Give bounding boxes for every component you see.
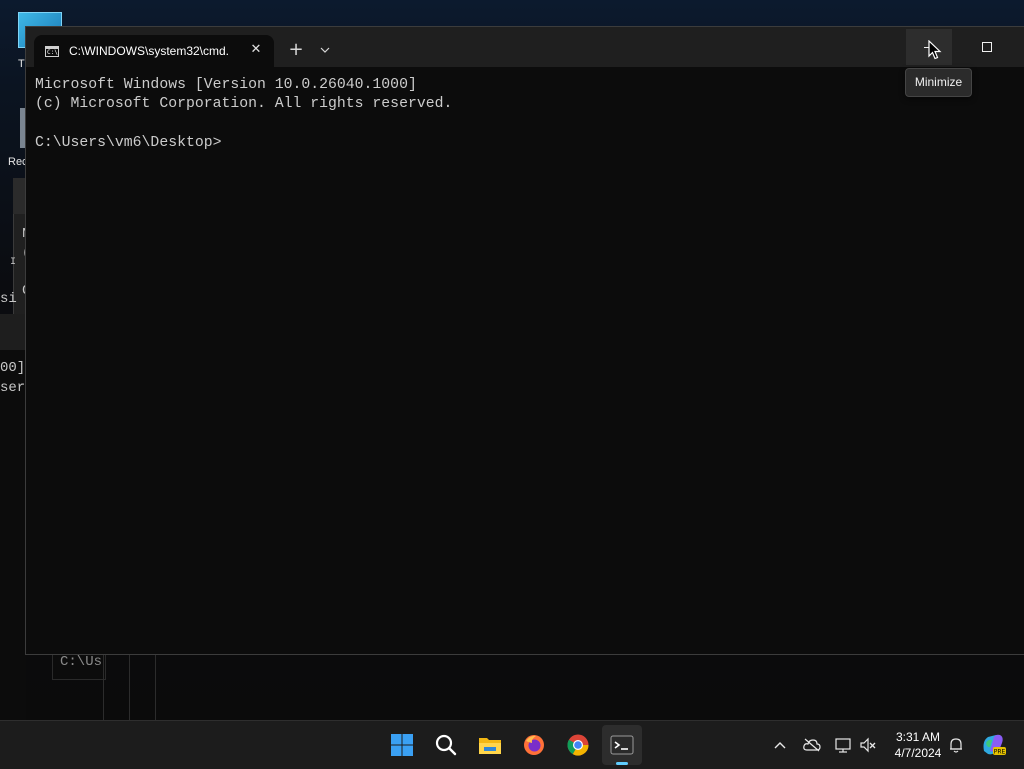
clock-button[interactable]: 3:31 AM 4/7/2024 xyxy=(880,729,956,761)
bell-icon xyxy=(950,738,962,753)
volume-muted-icon xyxy=(860,737,876,753)
volume-button[interactable] xyxy=(858,735,878,755)
windows-logo-icon xyxy=(391,734,413,756)
cloud-offline-icon xyxy=(803,738,821,752)
network-icon xyxy=(835,738,851,753)
new-tab-button[interactable]: + xyxy=(285,39,307,61)
window-edge xyxy=(155,652,156,720)
clock-time: 3:31 AM xyxy=(895,730,941,744)
copilot-icon: PRE xyxy=(983,734,1006,756)
chrome-button[interactable] xyxy=(558,725,598,765)
terminal-taskbar-button[interactable] xyxy=(602,725,642,765)
chrome-icon xyxy=(567,734,589,756)
background-window-text: I xyxy=(10,257,17,268)
tab-title: C:\WINDOWS\system32\cmd. xyxy=(69,44,230,58)
mouse-cursor-icon xyxy=(928,40,942,60)
terminal-titlebar[interactable]: C:\ C:\WINDOWS\system32\cmd. ✕ + xyxy=(26,27,1024,67)
background-terminal-text: 00] xyxy=(0,360,26,376)
background-window-text: si xyxy=(0,291,17,307)
chevron-down-icon xyxy=(320,47,330,53)
window-edge xyxy=(129,652,130,720)
terminal-icon xyxy=(610,735,634,755)
start-button[interactable] xyxy=(382,725,422,765)
console-output[interactable]: Microsoft Windows [Version 10.0.26040.10… xyxy=(35,76,452,153)
maximize-button[interactable] xyxy=(964,29,1010,65)
folder-icon xyxy=(479,738,501,754)
network-button[interactable] xyxy=(834,735,854,755)
active-app-indicator xyxy=(616,762,628,765)
background-window-tabbar xyxy=(0,314,26,350)
terminal-window[interactable]: C:\ C:\WINDOWS\system32\cmd. ✕ + Microso… xyxy=(25,26,1024,655)
minimize-tooltip: Minimize xyxy=(905,68,972,97)
show-hidden-icons-button[interactable] xyxy=(770,735,790,755)
search-icon xyxy=(435,734,457,756)
svg-text:PRE: PRE xyxy=(994,749,1006,756)
clock-date: 4/7/2024 xyxy=(894,746,942,760)
firefox-icon xyxy=(524,735,544,755)
taskbar: 3:31 AM 4/7/2024 PRE xyxy=(0,720,1024,769)
console-line: (c) Microsoft Corporation. All rights re… xyxy=(35,96,453,113)
background-terminal[interactable] xyxy=(0,350,26,720)
tab-cmd[interactable]: C:\ C:\WINDOWS\system32\cmd. ✕ xyxy=(34,35,274,67)
notifications-button[interactable] xyxy=(946,735,966,755)
file-explorer-button[interactable] xyxy=(470,725,510,765)
search-button[interactable] xyxy=(426,725,466,765)
tab-dropdown-button[interactable] xyxy=(315,39,335,61)
background-terminal-prompt: C:\Us xyxy=(60,654,103,670)
cmd-icon: C:\ xyxy=(45,46,59,57)
desktop-icon-label: T xyxy=(18,58,25,70)
chevron-up-icon xyxy=(774,742,786,749)
close-tab-icon[interactable]: ✕ xyxy=(246,40,266,60)
firefox-button[interactable] xyxy=(514,725,554,765)
window-edge xyxy=(103,652,104,720)
console-line: Microsoft Windows [Version 10.0.26040.10… xyxy=(35,77,417,93)
console-prompt: C:\Users\vm6\Desktop> xyxy=(35,134,222,151)
onedrive-button[interactable] xyxy=(802,735,822,755)
copilot-button[interactable]: PRE xyxy=(980,731,1006,757)
